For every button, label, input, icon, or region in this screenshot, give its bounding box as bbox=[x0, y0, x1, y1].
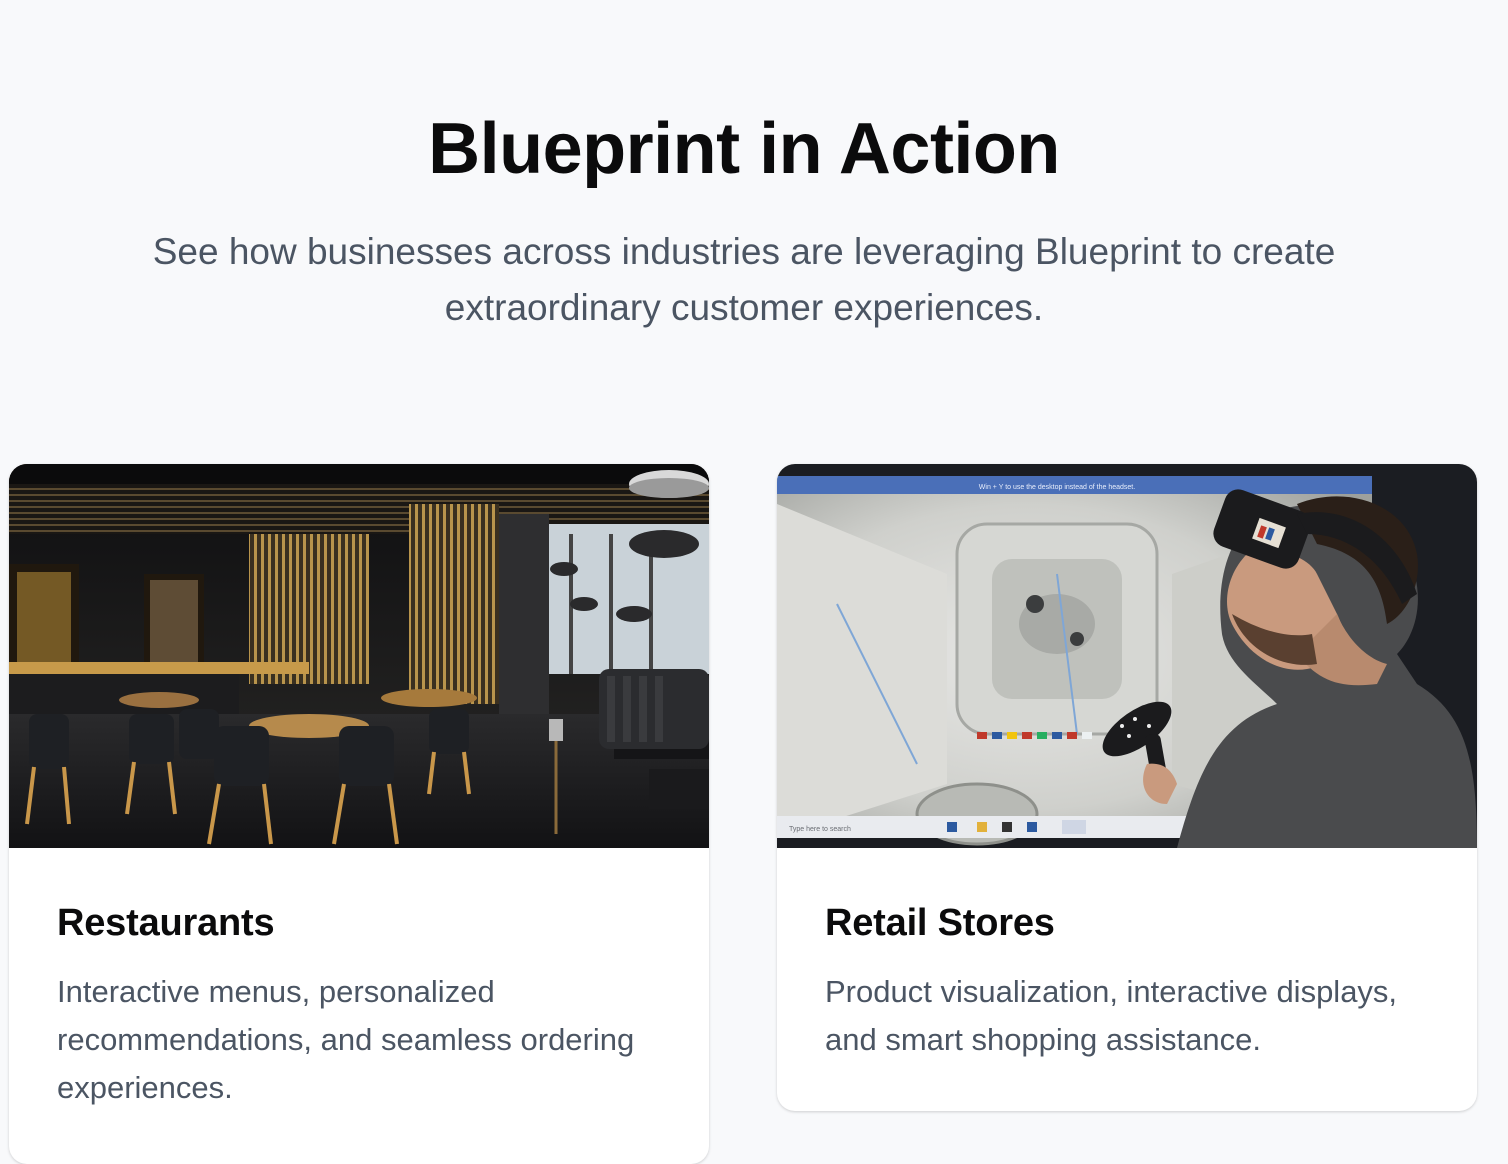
restaurant-interior-image bbox=[9, 464, 709, 848]
taskbar-search-text: Type here to search bbox=[789, 826, 851, 833]
vr-headset-demo-image: Win + Y to use the desktop instead of th… bbox=[777, 464, 1477, 848]
card-title: Restaurants bbox=[57, 902, 275, 944]
use-case-card-restaurants[interactable]: Restaurants Interactive menus, personali… bbox=[9, 464, 709, 1164]
use-case-card-retail-stores[interactable]: Win + Y to use the desktop instead of th… bbox=[777, 464, 1477, 1111]
card-description: Interactive menus, personalized recommen… bbox=[57, 974, 635, 1105]
section-title: Blueprint in Action bbox=[428, 109, 1060, 189]
screen-caption-text: Win + Y to use the desktop instead of th… bbox=[979, 484, 1135, 491]
section-subtitle: See how businesses across industries are… bbox=[152, 231, 1336, 328]
card-title: Retail Stores bbox=[825, 902, 1055, 944]
card-description: Product visualization, interactive displ… bbox=[825, 974, 1398, 1057]
